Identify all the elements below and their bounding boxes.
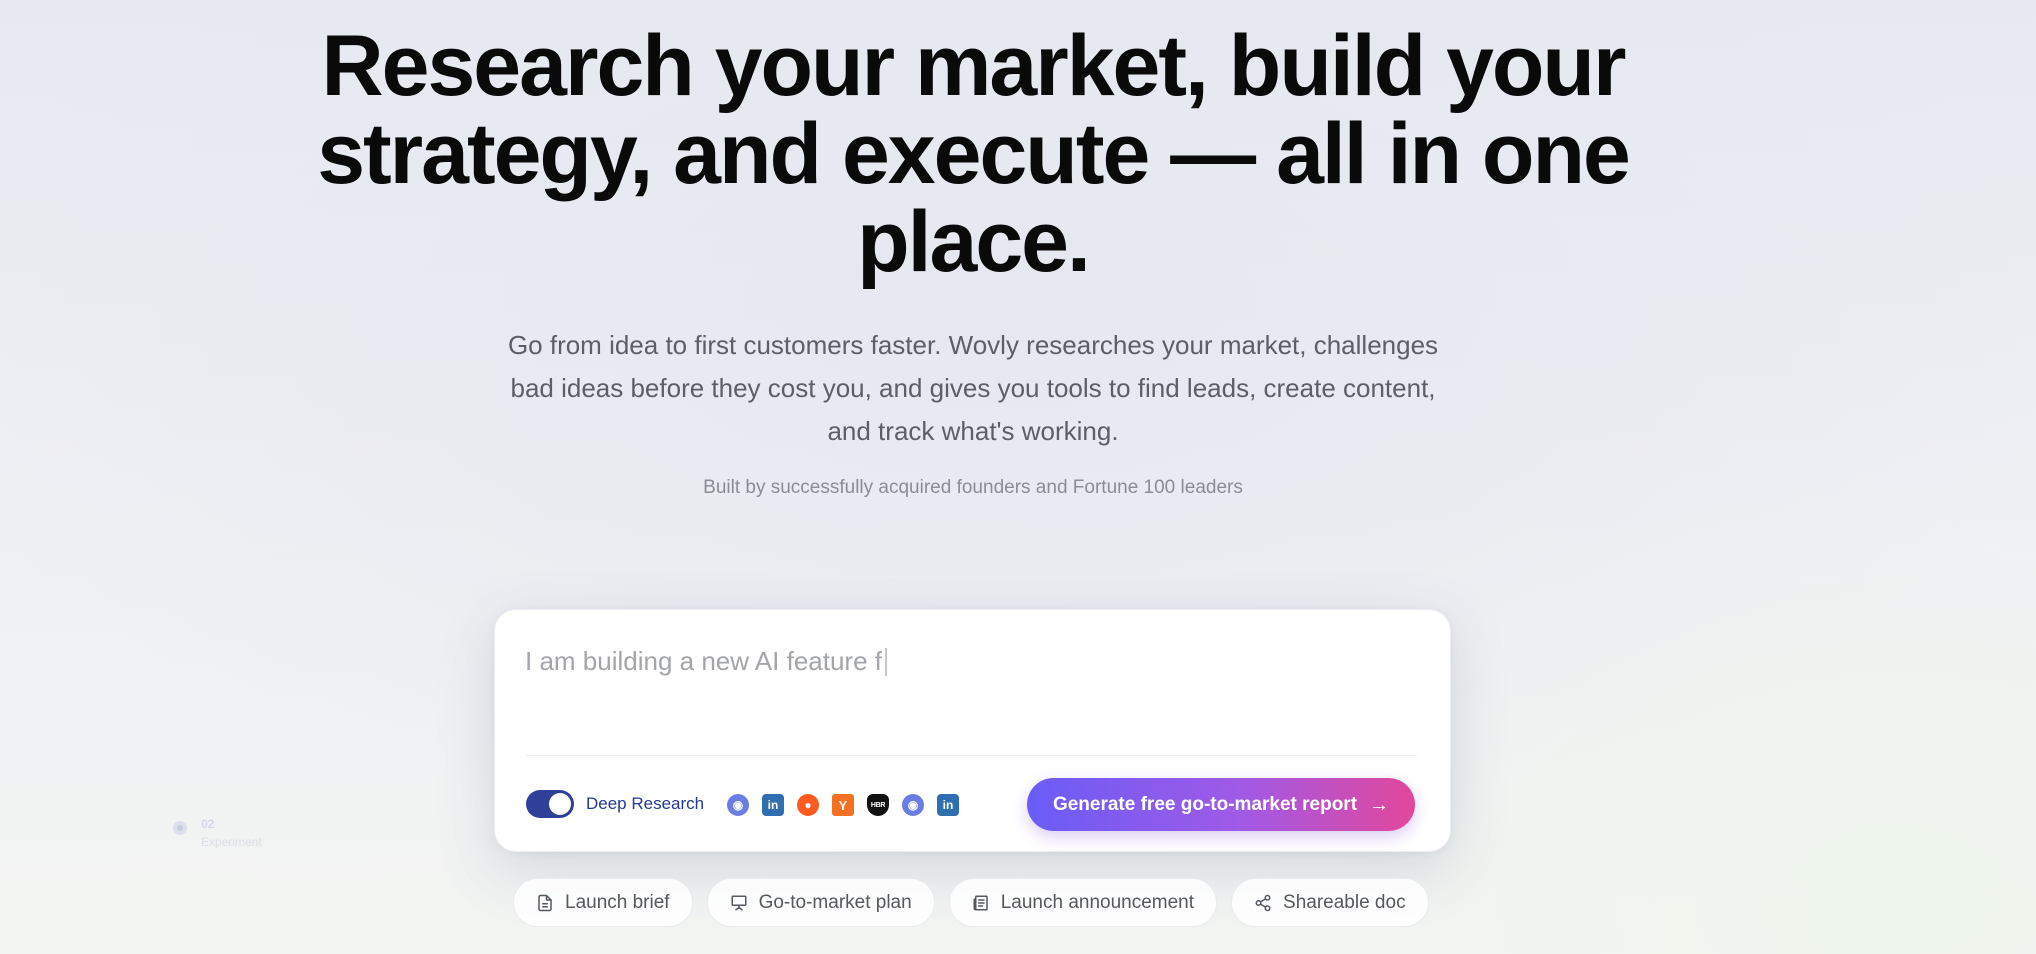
chip-label: Launch announcement xyxy=(1000,891,1195,913)
newspaper-icon xyxy=(973,895,988,910)
hero-subtitle: Go from idea to first customers faster. … xyxy=(473,324,1473,453)
deep-research-label: Deep Research xyxy=(586,794,705,813)
source-icons: ◉ in ● Y HBR ◉ in xyxy=(727,794,959,816)
chip-launch-announcement[interactable]: Launch announcement xyxy=(948,878,1218,927)
prompt-card: I am building a new AI feature f Deep Re… xyxy=(494,609,1451,852)
toggle-knob xyxy=(549,793,571,815)
hacker-news-icon: Y xyxy=(832,794,854,816)
prompt-input[interactable]: I am building a new AI feature f xyxy=(525,646,887,677)
deep-research-toggle[interactable] xyxy=(526,790,574,818)
hero-subtitle-line: bad ideas before they cost you, and give… xyxy=(510,373,1436,403)
text-caret xyxy=(885,647,887,676)
hero-title-line: strategy, and execute — all in one xyxy=(317,106,1631,202)
document-icon xyxy=(538,894,552,911)
discord-icon: ◉ xyxy=(902,794,924,816)
hero-title-line: place. xyxy=(857,194,1091,290)
discord-icon: ◉ xyxy=(727,794,749,816)
experiment-code: 02 xyxy=(201,817,215,831)
experiment-label: Experiment xyxy=(201,835,262,849)
divider xyxy=(525,755,1417,756)
chip-shareable-doc[interactable]: Shareable doc xyxy=(1231,878,1429,927)
presentation-icon xyxy=(731,895,747,910)
experiment-badge[interactable]: 02 Experiment xyxy=(173,815,262,851)
reddit-icon: ● xyxy=(797,794,819,816)
chip-launch-brief[interactable]: Launch brief xyxy=(513,878,693,927)
arrow-right-icon: → xyxy=(1369,793,1390,816)
share-icon xyxy=(1255,894,1271,911)
template-chips: Launch brief Go-to-market plan Launch an… xyxy=(513,878,1429,927)
chip-go-to-market-plan[interactable]: Go-to-market plan xyxy=(706,878,935,927)
linkedin-icon: in xyxy=(937,794,959,816)
generate-report-button[interactable]: Generate free go-to-market report → xyxy=(1027,778,1415,831)
generate-report-label: Generate free go-to-market report xyxy=(1052,793,1358,815)
hero-title: Research your market, build your strateg… xyxy=(0,22,1946,286)
chip-label: Launch brief xyxy=(565,891,670,913)
linkedin-icon: in xyxy=(762,794,784,816)
experiment-dot-icon xyxy=(173,821,187,835)
chip-label: Shareable doc xyxy=(1283,891,1406,913)
hbr-icon: HBR xyxy=(867,794,889,816)
hero-subtitle-line: and track what's working. xyxy=(827,416,1119,446)
hero-subtitle-line: Go from idea to first customers faster. … xyxy=(507,330,1439,360)
prompt-input-value: I am building a new AI feature f xyxy=(525,646,882,676)
credential-text: Built by successfully acquired founders … xyxy=(703,477,1243,498)
hero-title-line: Research your market, build your xyxy=(321,18,1627,114)
chip-label: Go-to-market plan xyxy=(758,891,912,913)
